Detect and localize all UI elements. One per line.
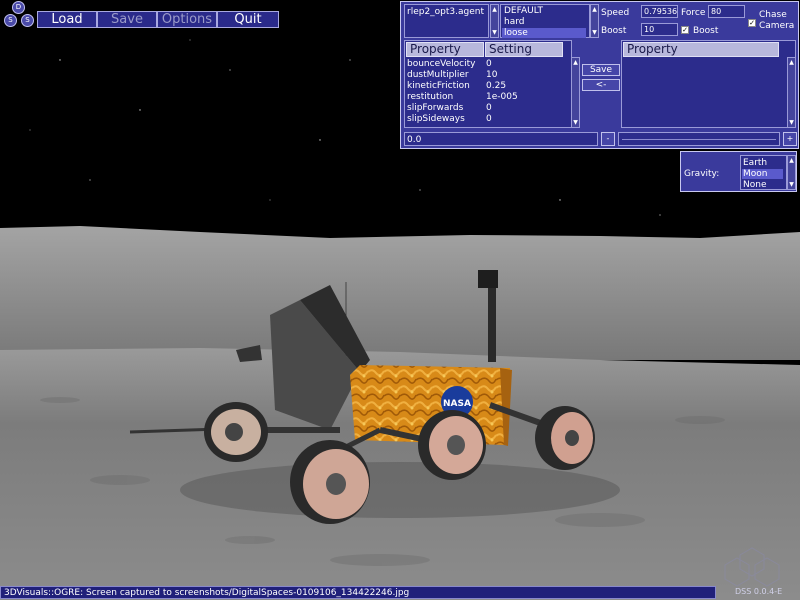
table-row[interactable]: slipSideways 0	[407, 114, 567, 125]
speed-label: Speed	[601, 8, 630, 18]
right-property-table: Property	[621, 40, 796, 128]
gravity-scrollbar[interactable]: ▲ ▼	[787, 155, 796, 190]
property-value: 10	[486, 70, 498, 80]
property-name: bounceVelocity	[407, 59, 476, 69]
version-label: DSS 0.0.4-E	[735, 587, 783, 596]
scroll-down-icon[interactable]: ▼	[591, 29, 598, 36]
property-value: 0	[486, 114, 492, 124]
table-row[interactable]: slipForwards 0	[407, 103, 567, 114]
property-name: restitution	[407, 92, 454, 102]
gravity-option-selected[interactable]: Moon	[742, 169, 783, 179]
scroll-up-icon[interactable]: ▲	[788, 157, 795, 164]
agent-scrollbar[interactable]: ▲ ▼	[490, 4, 499, 38]
terrain-option-selected[interactable]: loose	[502, 28, 586, 38]
options-button[interactable]: Options	[157, 11, 217, 28]
terrain-scrollbar[interactable]: ▲ ▼	[590, 4, 599, 38]
chase-camera-label: Camera	[759, 21, 795, 31]
chase-camera-label: Chase	[759, 10, 787, 20]
speed-field[interactable]: 0.79536	[641, 5, 678, 18]
table-row[interactable]: bounceVelocity 0	[407, 59, 567, 70]
boost-checkbox-label: Boost	[693, 26, 719, 36]
logo-letter: D	[12, 1, 25, 14]
setting-column-header[interactable]: Setting	[485, 42, 563, 57]
value-slider[interactable]	[618, 132, 780, 146]
property-name: kineticFriction	[407, 81, 470, 91]
logo-letter: S	[4, 14, 17, 27]
boost-checkbox[interactable]: ✓	[681, 26, 689, 34]
terrain-list[interactable]: DEFAULT hard loose	[500, 4, 590, 38]
table-row[interactable]: dustMultiplier 10	[407, 70, 567, 81]
quit-button[interactable]: Quit	[217, 11, 279, 28]
boost-label: Boost	[601, 26, 627, 36]
chase-camera-checkbox[interactable]: ✓	[748, 19, 756, 27]
slider-track	[622, 139, 776, 140]
gravity-option[interactable]: Earth	[743, 158, 767, 168]
property-value: 0	[486, 59, 492, 69]
slider-decrement-button[interactable]: -	[601, 132, 615, 146]
scroll-down-icon[interactable]: ▼	[572, 119, 579, 126]
property-value: 0.25	[486, 81, 507, 91]
property-value-field[interactable]: 0.0	[404, 132, 598, 146]
property-name: slipForwards	[407, 103, 464, 113]
agent-file-box[interactable]: rlep2_opt3.agent	[404, 4, 489, 38]
load-button[interactable]: Load	[37, 11, 97, 28]
right-property-column-header[interactable]: Property	[623, 42, 779, 57]
scroll-up-icon[interactable]: ▲	[591, 6, 598, 13]
gravity-list[interactable]: Earth Moon None	[740, 155, 787, 190]
agent-filename: rlep2_opt3.agent	[407, 7, 485, 17]
right-property-scrollbar[interactable]: ▲ ▼	[787, 57, 796, 128]
property-column-header[interactable]: Property	[406, 42, 484, 57]
property-name: slipSideways	[407, 114, 465, 124]
force-value: 80	[711, 7, 722, 16]
terrain-option[interactable]: DEFAULT	[504, 6, 543, 16]
property-value-text: 0.0	[407, 135, 422, 145]
gravity-panel: Gravity: Earth Moon None ▲ ▼	[680, 151, 797, 192]
property-save-button[interactable]: Save	[582, 64, 620, 76]
scroll-up-icon[interactable]: ▲	[491, 6, 498, 13]
status-bar: 3DVisuals::OGRE: Screen captured to scre…	[0, 586, 716, 599]
scroll-up-icon[interactable]: ▲	[788, 59, 795, 66]
property-value: 1e-005	[486, 92, 518, 102]
scroll-down-icon[interactable]: ▼	[788, 119, 795, 126]
terrain-option[interactable]: hard	[504, 17, 524, 27]
logo-letter: S	[21, 14, 34, 27]
gravity-option[interactable]: None	[743, 180, 766, 190]
scroll-up-icon[interactable]: ▲	[572, 59, 579, 66]
gravity-label: Gravity:	[684, 169, 720, 179]
speed-value: 0.79536	[644, 7, 678, 16]
slider-increment-button[interactable]: +	[783, 132, 797, 146]
dss-logo-icon: D S S	[2, 1, 36, 29]
scroll-down-icon[interactable]: ▼	[788, 181, 795, 188]
scroll-down-icon[interactable]: ▼	[491, 29, 498, 36]
property-scrollbar[interactable]: ▲ ▼	[571, 57, 580, 128]
nasa-badge: NASA	[443, 399, 471, 409]
back-button[interactable]: <-	[582, 79, 620, 91]
property-table: Property Setting bounceVelocity 0 dustMul…	[404, 40, 572, 128]
force-label: Force	[681, 8, 706, 18]
property-value: 0	[486, 103, 492, 113]
boost-field[interactable]: 10	[641, 23, 678, 36]
table-row[interactable]: kineticFriction 0.25	[407, 81, 567, 92]
status-message: 3DVisuals::OGRE: Screen captured to scre…	[4, 588, 410, 598]
table-row[interactable]: restitution 1e-005	[407, 92, 567, 103]
force-field[interactable]: 80	[708, 5, 745, 18]
property-name: dustMultiplier	[407, 70, 469, 80]
boost-value: 10	[644, 25, 655, 34]
save-button[interactable]: Save	[97, 11, 157, 28]
control-panel: rlep2_opt3.agent ▲ ▼ DEFAULT hard loose …	[400, 1, 799, 149]
